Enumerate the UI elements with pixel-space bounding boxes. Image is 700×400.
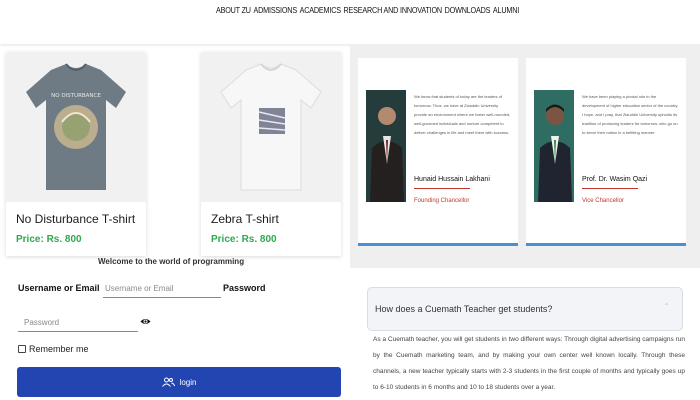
product-image: NO DISTURBANCE	[6, 52, 146, 202]
eye-icon[interactable]	[140, 317, 151, 326]
profile-name: Prof. Dr. Wasim Qazi	[582, 176, 648, 183]
nav-links: ABOUT ZU ADMISSIONS ACADEMICS RESEARCH A…	[216, 6, 519, 15]
remember-label: Remember me	[29, 344, 89, 354]
welcome-heading: Welcome to the world of programming	[98, 257, 245, 266]
faq-question-header[interactable]: How does a Cuemath Teacher get students?…	[367, 287, 683, 331]
profile-role: Vice Chancellor	[582, 198, 624, 204]
profile-card-chancellor: We know that students of today are the l…	[358, 58, 518, 246]
top-nav: ABOUT ZU ADMISSIONS ACADEMICS RESEARCH A…	[0, 0, 700, 44]
product-card-no-disturbance[interactable]: NO DISTURBANCE No Disturbance T-shirt Pr…	[6, 52, 146, 256]
remember-checkbox[interactable]	[18, 345, 26, 353]
faq-question[interactable]: How does a Cuemath Teacher get students?	[375, 304, 552, 314]
profile-name: Hunaid Hussain Lakhani	[414, 176, 490, 183]
profile-photo	[534, 90, 574, 202]
nav-link-academics[interactable]: ACADEMICS	[300, 6, 341, 15]
profile-name-underline	[414, 188, 470, 189]
profile-name-underline	[582, 188, 638, 189]
profile-quote: We know that students of today are the l…	[414, 94, 511, 135]
tshirt-image: NO DISTURBANCE	[26, 63, 126, 190]
nav-link-admissions[interactable]: ADMISSIONS	[254, 6, 298, 15]
product-image	[201, 52, 341, 202]
profile-quote: We have been playing a pivotal role in t…	[582, 94, 679, 135]
nav-link-alumni[interactable]: ALUMNI	[493, 6, 519, 15]
profile-photo	[366, 90, 406, 202]
users-icon	[161, 377, 175, 387]
product-name[interactable]: Zebra T-shirt	[211, 212, 279, 226]
product-price: Price: Rs. 800	[16, 234, 82, 245]
faq-answer: As a Cuemath teacher, you will get stude…	[373, 336, 685, 391]
profile-card-vice-chancellor: We have been playing a pivotal role in t…	[526, 58, 686, 246]
profile-role: Founding Chancellor	[414, 198, 470, 204]
password-label: Password	[223, 283, 266, 293]
nav-link-downloads[interactable]: DOWNLOADS	[445, 6, 491, 15]
tshirt-image	[220, 63, 322, 191]
collapse-icon[interactable]: ⌃	[663, 302, 670, 311]
username-input[interactable]	[103, 280, 221, 298]
nav-link-about[interactable]: ABOUT ZU	[216, 6, 251, 15]
product-card-zebra[interactable]: Zebra T-shirt Price: Rs. 800	[201, 52, 341, 256]
svg-text:NO DISTURBANCE: NO DISTURBANCE	[51, 93, 101, 99]
nav-link-research[interactable]: RESEARCH AND INNOVATION	[344, 6, 443, 15]
remember-me[interactable]: Remember me	[18, 344, 89, 354]
password-input[interactable]	[18, 314, 138, 332]
login-button-label: login	[179, 377, 197, 387]
product-name[interactable]: No Disturbance T-shirt	[16, 212, 135, 226]
login-button[interactable]: login	[17, 367, 341, 397]
product-price: Price: Rs. 800	[211, 234, 277, 245]
username-label: Username or Email	[18, 283, 100, 293]
